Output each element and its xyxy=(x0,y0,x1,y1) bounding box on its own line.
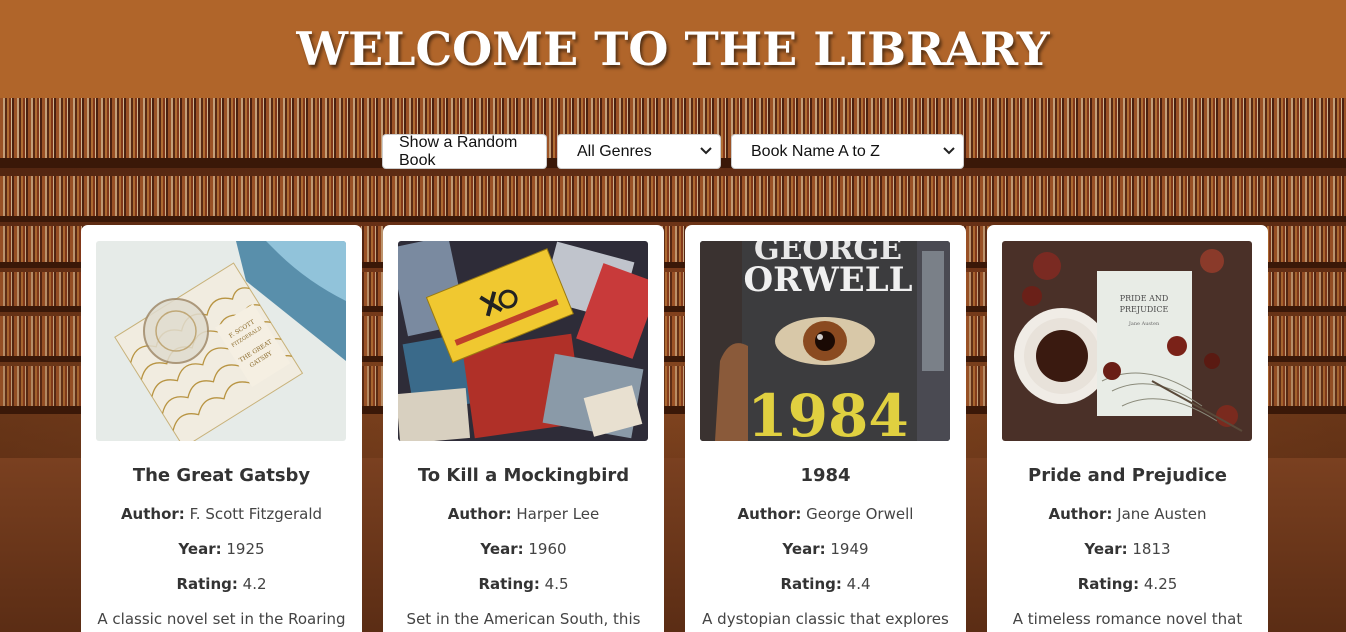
book-cover-image: F. SCOTT FITZGERALD THE GREAT GATSBY xyxy=(96,241,346,441)
sort-select[interactable]: Book Name A to Z xyxy=(731,134,964,169)
book-rating: Rating: 4.4 xyxy=(700,574,951,594)
rating-label: Rating: xyxy=(780,575,842,593)
year-value: 1949 xyxy=(830,540,869,558)
year-value: 1925 xyxy=(226,540,265,558)
book-rating: Rating: 4.25 xyxy=(1002,574,1253,594)
author-value: Harper Lee xyxy=(516,505,600,523)
book-year: Year: 1960 xyxy=(398,539,649,559)
cover-text: Jane Austen xyxy=(1128,321,1160,327)
rating-value: 4.5 xyxy=(544,575,569,593)
book-description: Set in the American South, this xyxy=(406,610,641,628)
year-label: Year: xyxy=(480,540,524,558)
rating-label: Rating: xyxy=(1077,575,1140,593)
cover-text: ORWELL xyxy=(743,260,912,300)
book-cover-image xyxy=(398,241,648,441)
book-author: Author: Jane Austen xyxy=(1002,504,1253,524)
year-label: Year: xyxy=(1084,540,1128,558)
book-rating: Rating: 4.5 xyxy=(398,574,649,594)
author-value: George Orwell xyxy=(806,505,914,523)
book-card[interactable]: PRIDE AND PREJUDICE Jane Austen Pride an… xyxy=(987,225,1268,632)
chevron-down-icon xyxy=(943,146,955,158)
rating-label: Rating: xyxy=(176,575,238,593)
year-value: 1813 xyxy=(1132,540,1171,558)
book-description: A dystopian classic that explores xyxy=(702,610,949,628)
book-card[interactable]: F. SCOTT FITZGERALD THE GREAT GATSBY The… xyxy=(81,225,362,632)
book-cover-image: PRIDE AND PREJUDICE Jane Austen xyxy=(1002,241,1252,441)
genre-select[interactable]: All Genres xyxy=(557,134,721,169)
book-rating: Rating: 4.2 xyxy=(96,574,347,594)
author-value: Jane Austen xyxy=(1117,505,1207,523)
random-book-button[interactable]: Show a Random Book xyxy=(382,134,547,169)
rating-value: 4.2 xyxy=(242,575,267,593)
book-author: Author: F. Scott Fitzgerald xyxy=(96,504,347,524)
rating-label: Rating: xyxy=(478,575,540,593)
page-title: WELCOME TO THE LIBRARY xyxy=(296,22,1050,76)
rating-value: 4.25 xyxy=(1143,575,1178,593)
genre-select-value: All Genres xyxy=(577,142,652,160)
book-card[interactable]: GEORGE ORWELL 1984 1984 Author: George O… xyxy=(685,225,966,632)
book-cover-image: GEORGE ORWELL 1984 xyxy=(700,241,950,441)
book-card[interactable]: To Kill a Mockingbird Author: Harper Lee… xyxy=(383,225,664,632)
year-label: Year: xyxy=(782,540,826,558)
book-author: Author: George Orwell xyxy=(700,504,951,524)
book-grid: F. SCOTT FITZGERALD THE GREAT GATSBY The… xyxy=(81,225,1268,632)
author-label: Author: xyxy=(737,505,802,523)
author-label: Author: xyxy=(120,505,185,523)
author-label: Author: xyxy=(447,505,512,523)
rating-value: 4.4 xyxy=(846,575,871,593)
cover-text: PRIDE AND xyxy=(1120,294,1169,303)
book-title: To Kill a Mockingbird xyxy=(417,465,630,486)
author-label: Author: xyxy=(1048,505,1113,523)
book-title: The Great Gatsby xyxy=(132,465,311,486)
book-description: A timeless romance novel that xyxy=(1012,610,1243,628)
book-title: Pride and Prejudice xyxy=(1028,465,1227,486)
cover-text: 1984 xyxy=(747,382,908,441)
controls-bar: Show a Random Book All Genres Book Name … xyxy=(0,134,1346,169)
book-description: A classic novel set in the Roaring xyxy=(97,610,346,628)
book-year: Year: 1949 xyxy=(700,539,951,559)
sort-select-value: Book Name A to Z xyxy=(751,142,880,160)
book-title: 1984 xyxy=(800,465,851,486)
book-year: Year: 1925 xyxy=(96,539,347,559)
cover-text: PREJUDICE xyxy=(1120,305,1169,314)
year-value: 1960 xyxy=(528,540,567,558)
page-header: WELCOME TO THE LIBRARY xyxy=(0,0,1346,98)
author-value: F. Scott Fitzgerald xyxy=(189,505,323,523)
chevron-down-icon xyxy=(700,146,712,158)
year-label: Year: xyxy=(178,540,222,558)
book-year: Year: 1813 xyxy=(1002,539,1253,559)
book-author: Author: Harper Lee xyxy=(398,504,649,524)
